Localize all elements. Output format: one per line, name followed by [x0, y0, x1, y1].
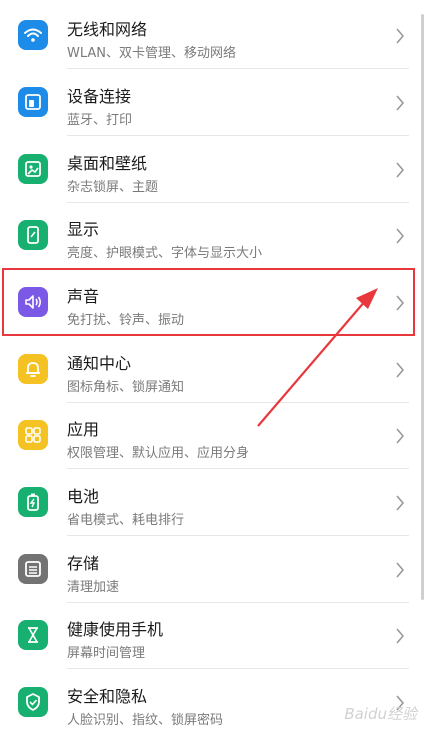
item-title: 无线和网络: [67, 20, 148, 39]
battery-icon: [18, 487, 48, 517]
highlight-box: [2, 268, 415, 336]
item-subtitle: 亮度、护眼模式、字体与显示大小: [67, 246, 263, 261]
device-connection-icon: [18, 87, 48, 117]
storage-icon: [18, 554, 48, 584]
divider: [67, 668, 409, 669]
settings-item-digital-balance[interactable]: 健康使用手机 屏幕时间管理: [0, 603, 429, 669]
chevron-right-icon: [396, 428, 405, 444]
divider: [67, 468, 409, 469]
chevron-right-icon: [396, 95, 405, 111]
settings-item-desktop-wallpaper[interactable]: 桌面和壁纸 杂志锁屏、主题: [0, 137, 429, 203]
settings-item-apps[interactable]: 应用 权限管理、默认应用、应用分身: [0, 403, 429, 469]
item-subtitle: 权限管理、默认应用、应用分身: [67, 446, 250, 461]
hourglass-icon: [18, 620, 48, 650]
item-subtitle: 蓝牙、打印: [67, 113, 133, 128]
divider: [67, 68, 409, 69]
divider: [67, 535, 409, 536]
settings-item-device-connection[interactable]: 设备连接 蓝牙、打印: [0, 70, 429, 136]
item-title: 通知中心: [67, 354, 132, 373]
chevron-right-icon: [396, 28, 405, 44]
item-title: 应用: [67, 420, 100, 439]
watermark: Baidu经验: [344, 705, 417, 723]
shield-icon: [18, 687, 48, 717]
item-subtitle: 图标角标、锁屏通知: [67, 380, 185, 395]
divider: [67, 135, 409, 136]
item-title: 电池: [67, 487, 100, 506]
settings-item-battery[interactable]: 电池 省电模式、耗电排行: [0, 470, 429, 536]
settings-item-notification-center[interactable]: 通知中心 图标角标、锁屏通知: [0, 337, 429, 403]
item-title: 存储: [67, 554, 100, 573]
chevron-right-icon: [396, 228, 405, 244]
chevron-right-icon: [396, 495, 405, 511]
scrollbar[interactable]: [421, 14, 424, 600]
apps-icon: [18, 420, 48, 450]
wallpaper-icon: [18, 154, 48, 184]
chevron-right-icon: [396, 562, 405, 578]
item-title: 健康使用手机: [67, 620, 164, 639]
item-subtitle: 杂志锁屏、主题: [67, 180, 159, 195]
item-title: 显示: [67, 220, 100, 239]
chevron-right-icon: [396, 628, 405, 644]
settings-item-storage[interactable]: 存储 清理加速: [0, 537, 429, 603]
item-subtitle: WLAN、双卡管理、移动网络: [67, 46, 237, 61]
item-title: 安全和隐私: [67, 687, 148, 706]
display-icon: [18, 220, 48, 250]
item-subtitle: 屏幕时间管理: [67, 646, 146, 661]
chevron-right-icon: [396, 362, 405, 378]
item-subtitle: 清理加速: [67, 580, 120, 595]
item-title: 设备连接: [67, 87, 132, 106]
settings-item-display[interactable]: 显示 亮度、护眼模式、字体与显示大小: [0, 203, 429, 269]
chevron-right-icon: [396, 162, 405, 178]
wifi-icon: [18, 20, 48, 50]
bell-icon: [18, 354, 48, 384]
item-title: 桌面和壁纸: [67, 154, 148, 173]
settings-item-wireless-network[interactable]: 无线和网络 WLAN、双卡管理、移动网络: [0, 3, 429, 69]
item-subtitle: 人脸识别、指纹、锁屏密码: [67, 713, 224, 728]
item-subtitle: 省电模式、耗电排行: [67, 513, 185, 528]
